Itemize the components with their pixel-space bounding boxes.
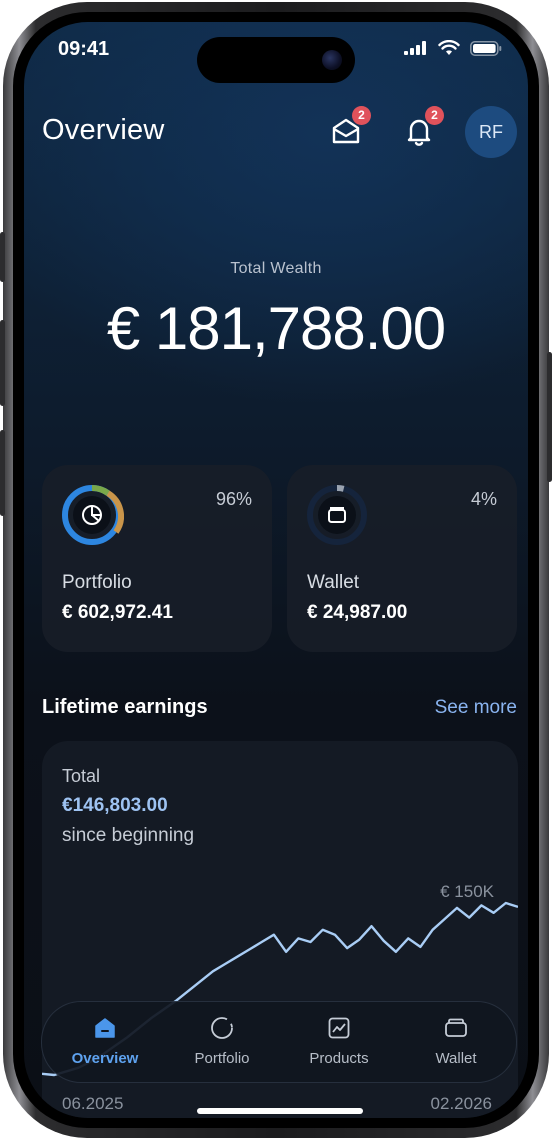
home-icon [95,1018,115,1038]
avatar[interactable]: RF [465,106,517,158]
total-wealth-label: Total Wealth [230,260,322,277]
notifications-badge: 2 [425,106,444,125]
portfolio-ring-icon [62,484,124,545]
home-indicator [197,1108,363,1114]
tab-portfolio[interactable]: Portfolio [163,1002,281,1082]
tab-portfolio-label: Portfolio [194,1050,250,1067]
tab-bar: Overview Portfolio Products Wallet [41,1001,517,1083]
portfolio-percent: 96% [215,489,252,509]
messages-button[interactable]: 2 [329,106,371,148]
wallet-name: Wallet [307,572,360,593]
wifi-icon [438,40,460,55]
wallet-card[interactable]: 4% Wallet € 24,987.00 [287,465,517,652]
tab-wallet-label: Wallet [435,1050,477,1067]
tab-wallet[interactable]: Wallet [397,1002,515,1082]
volume-down-button [0,430,5,516]
see-more-link[interactable]: See more [435,697,517,719]
wallet-icon [445,1018,467,1037]
cellular-signal-icon [404,41,426,55]
pie-icon [211,1017,233,1039]
wallet-value: € 24,987.00 [307,602,408,623]
y-tick-label: € 150K [440,882,495,901]
tab-overview[interactable]: Overview [46,1002,164,1082]
chart-icon [328,1017,350,1039]
portfolio-value: € 602,972.41 [62,602,173,623]
tab-products[interactable]: Products [280,1002,398,1082]
portfolio-card[interactable]: 96% Portfolio € 602,972.41 [42,465,272,652]
battery-icon [470,40,502,56]
status-time: 09:41 [58,38,110,60]
x-tick-label-start: 06.2025 [62,1094,124,1113]
power-button [547,352,552,482]
wallet-percent: 4% [470,489,497,509]
camera-icon [322,50,342,70]
messages-badge: 2 [352,106,371,125]
tab-products-label: Products [309,1050,369,1067]
portfolio-name: Portfolio [62,572,132,593]
app-screen: 09:41 Overview 2 2 RF Total Wealth € 181… [24,22,528,1118]
lifetime-earnings-title: Lifetime earnings [42,696,208,718]
notifications-button[interactable]: 2 [402,106,444,148]
page-title: Overview [42,114,165,146]
volume-up-button [0,320,5,406]
dynamic-island [197,37,355,83]
wallet-ring-icon [307,485,367,545]
action-button [0,232,5,282]
total-wealth-value: € 181,788.00 [106,295,446,362]
tab-overview-label: Overview [71,1050,139,1067]
status-icons [404,40,502,56]
x-tick-label-end: 02.2026 [430,1094,492,1113]
